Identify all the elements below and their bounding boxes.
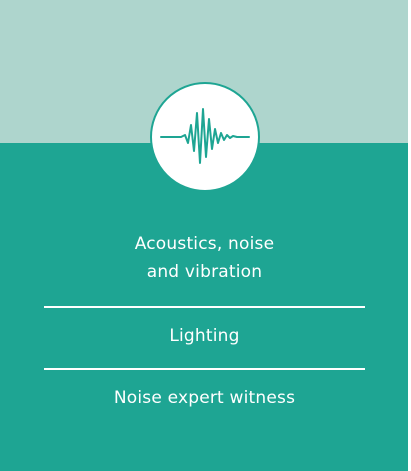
service-link-acoustics[interactable]: Acoustics, noise and vibration xyxy=(44,230,365,306)
service-list: Acoustics, noise and vibration Lighting … xyxy=(44,230,365,412)
service-link-noise-expert-witness[interactable]: Noise expert witness xyxy=(44,370,365,412)
service-link-lighting[interactable]: Lighting xyxy=(44,308,365,368)
sound-wave-icon xyxy=(150,82,260,192)
service-card: Acoustics, noise and vibration Lighting … xyxy=(0,0,408,471)
